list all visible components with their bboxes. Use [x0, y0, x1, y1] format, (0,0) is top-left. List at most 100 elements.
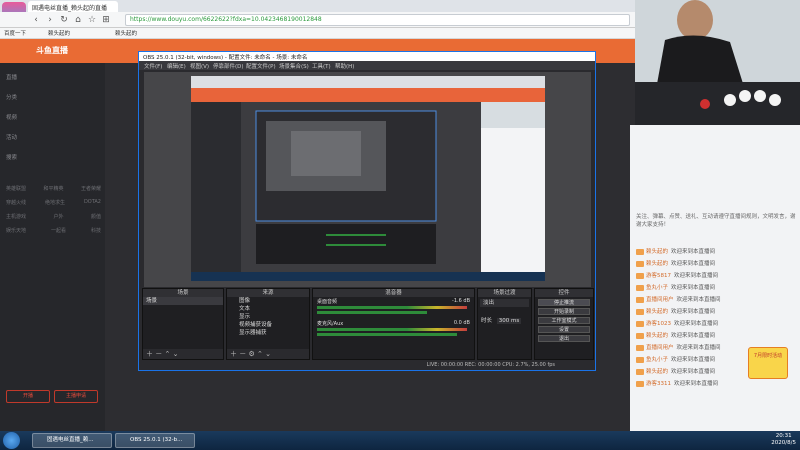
settings-button[interactable]: 设置	[538, 326, 590, 333]
menu-item[interactable]: 编辑(E)	[167, 62, 186, 70]
level-badge	[636, 332, 644, 339]
up-icon[interactable]: ⌃	[257, 350, 263, 358]
source-item[interactable]: 文本	[227, 305, 309, 313]
menu-item[interactable]: 停靠部件(D)	[213, 62, 244, 70]
chat-message: 鱼丸小子 欢迎来到本直播间	[636, 283, 796, 294]
level-badge	[636, 284, 644, 291]
category-link[interactable]: 一起看	[51, 227, 66, 234]
start-recording-button[interactable]: 开始录制	[538, 308, 590, 315]
category-link[interactable]: DOTA2	[84, 199, 101, 206]
category-link[interactable]: 穿越火线	[6, 199, 26, 206]
sidebar-item[interactable]: 搜索	[6, 153, 17, 161]
down-icon[interactable]: ⌄	[265, 350, 271, 358]
chat-message: 游客3311 欢迎来到本直播间	[636, 379, 796, 390]
obs-menu-bar: 文件(F) 编辑(E) 视图(V) 停靠部件(D) 配置文件(P) 场景集合(S…	[139, 61, 595, 70]
chat-panel: 关注、弹幕、点赞、送礼、互动请遵守直播间规则，文明发言，谢谢大家支持！ 赖头起的…	[630, 125, 800, 431]
exit-button[interactable]: 退出	[538, 335, 590, 342]
bookmark-item[interactable]: 赖头起的	[48, 29, 70, 37]
up-icon[interactable]: ⌃	[164, 350, 170, 358]
sidebar-item[interactable]: 直播	[6, 73, 17, 81]
sidebar-item[interactable]: 分类	[6, 93, 17, 101]
browser-tab-bar: 固遇电丝直播_赖头起的直播	[0, 0, 635, 12]
star-icon[interactable]: ☆	[86, 14, 98, 26]
category-link[interactable]: 户外	[53, 213, 63, 220]
add-icon[interactable]: ＋	[146, 350, 153, 358]
source-item[interactable]: 视频捕获设备	[227, 321, 309, 329]
obs-window: OBS 25.0.1 (32-bit, windows) - 配置文件: 未命名…	[138, 51, 596, 371]
transitions-dock: 场景过渡 淡出 时长 300 ms	[477, 288, 532, 360]
chat-message: 游客1023 欢迎来到本直播间	[636, 319, 796, 330]
chat-message: 游客5817 欢迎来到本直播间	[636, 271, 796, 282]
bookmark-item[interactable]: 赖头起的	[115, 29, 137, 37]
source-item[interactable]: 显示	[227, 313, 309, 321]
obs-preview[interactable]	[144, 72, 591, 287]
menu-item[interactable]: 帮助(H)	[335, 62, 354, 70]
reload-icon[interactable]: ↻	[58, 14, 70, 26]
source-item[interactable]: 显示器捕获	[227, 329, 309, 337]
category-link[interactable]: 颜值	[91, 213, 101, 220]
douyu-logo[interactable]: 斗鱼直播	[36, 45, 68, 56]
browser-nav-bar: ‹ › ↻ ⌂ ☆ ⊞ https://www.douyu.com/662262…	[0, 12, 635, 28]
category-link[interactable]: 主机游戏	[6, 213, 26, 220]
menu-item[interactable]: 视图(V)	[190, 62, 209, 70]
category-row: 主机游戏 户外 颜值	[6, 213, 101, 220]
taskbar-item-browser[interactable]: 固遇电丝直播_赖...	[32, 433, 112, 448]
volume-slider[interactable]	[317, 311, 427, 314]
clock-date: 2020/8/5	[771, 440, 796, 446]
menu-item[interactable]: 文件(F)	[144, 62, 162, 70]
level-badge	[636, 296, 644, 303]
scene-item[interactable]: 场景	[143, 297, 223, 305]
start-button[interactable]	[3, 432, 20, 449]
browser-tab[interactable]: 固遇电丝直播_赖头起的直播	[28, 1, 118, 12]
chat-message: 赖头起的 欢迎来到本直播间	[636, 307, 796, 318]
category-link[interactable]: 英雄联盟	[6, 185, 26, 192]
category-row: 穿越火线 绝地求生 DOTA2	[6, 199, 101, 206]
source-item[interactable]: 图像	[227, 297, 309, 305]
gift-badge[interactable]: 7月限时活动	[748, 347, 788, 379]
system-clock[interactable]: 20:31 2020/8/5	[771, 433, 796, 447]
gear-icon[interactable]: ⚙	[248, 350, 254, 358]
sidebar-item[interactable]: 活动	[6, 133, 17, 141]
down-icon[interactable]: ⌄	[173, 350, 179, 358]
dock-title: 场景	[143, 289, 223, 297]
track-name: 桌面音频	[317, 299, 338, 305]
home-icon[interactable]: ⌂	[72, 14, 84, 26]
category-link[interactable]: 科技	[91, 227, 101, 234]
forward-icon[interactable]: ›	[44, 14, 56, 26]
scenes-toolbar: ＋ － ⌃ ⌄	[143, 349, 223, 359]
bookmark-bar: 百度一下 赖头起的 赖头起的	[0, 28, 635, 39]
remove-icon[interactable]: －	[155, 350, 162, 358]
address-bar[interactable]: https://www.douyu.com/6622622?fdxa=10.04…	[125, 14, 630, 26]
mixer-track: 桌面音频 -1.6 dB	[313, 297, 474, 319]
studio-mode-button[interactable]: 工作室模式	[538, 317, 590, 324]
menu-item[interactable]: 场景集合(S)	[279, 62, 309, 70]
duration-input[interactable]: 300 ms	[496, 318, 522, 324]
category-link[interactable]: 绝地求生	[45, 199, 65, 206]
level-badge	[636, 344, 644, 351]
remove-icon[interactable]: －	[239, 350, 246, 358]
back-icon[interactable]: ‹	[30, 14, 42, 26]
category-link[interactable]: 娱乐天地	[6, 227, 26, 234]
add-icon[interactable]: ＋	[230, 350, 237, 358]
level-badge	[636, 368, 644, 375]
category-link[interactable]: 和平精英	[43, 185, 63, 192]
menu-item[interactable]: 工具(T)	[312, 62, 331, 70]
start-stream-button[interactable]: 开播	[6, 390, 50, 403]
bookmark-item[interactable]: 百度一下	[4, 29, 26, 37]
level-badge	[636, 248, 644, 255]
volume-slider[interactable]	[317, 333, 457, 336]
grid-icon[interactable]: ⊞	[100, 14, 112, 26]
apply-streamer-button[interactable]: 主播申请	[54, 390, 98, 403]
menu-item[interactable]: 配置文件(P)	[246, 62, 276, 70]
clock-time: 20:31	[775, 433, 792, 439]
volume-meter	[317, 328, 467, 331]
sidebar-item[interactable]: 视频	[6, 113, 17, 121]
stop-streaming-button[interactable]: 停止推流	[538, 299, 590, 306]
obs-title-bar[interactable]: OBS 25.0.1 (32-bit, windows) - 配置文件: 未命名…	[139, 52, 595, 61]
category-link[interactable]: 王者荣耀	[81, 185, 101, 192]
controls-dock: 控件 停止推流 开始录制 工作室模式 设置 退出	[534, 288, 594, 360]
transition-select[interactable]: 淡出	[480, 299, 529, 307]
sources-dock: 来源 图像 文本 显示 视频捕获设备 显示器捕获 ＋ － ⚙ ⌃ ⌄	[226, 288, 310, 360]
taskbar-item-obs[interactable]: OBS 25.0.1 (32-b...	[115, 433, 195, 448]
scenes-dock: 场景 场景 ＋ － ⌃ ⌄	[142, 288, 224, 360]
